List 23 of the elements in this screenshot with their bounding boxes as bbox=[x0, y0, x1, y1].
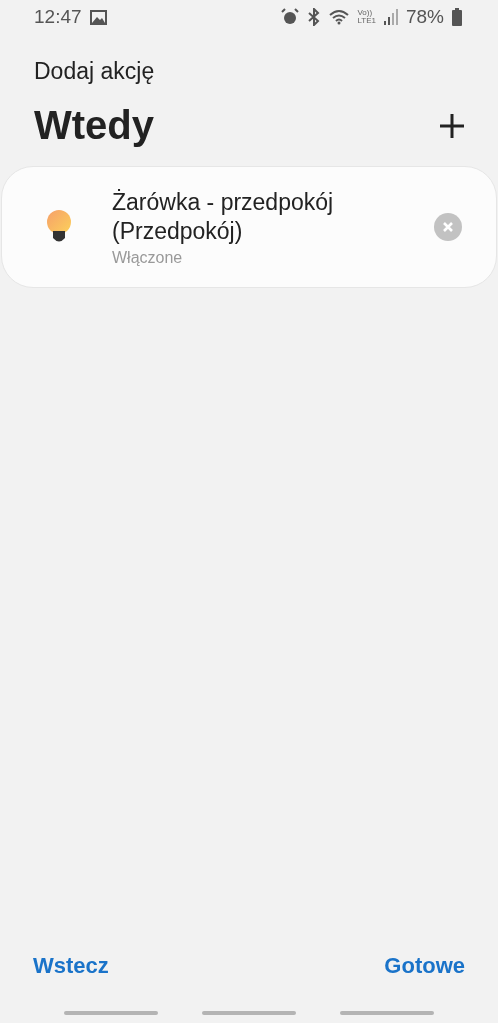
nav-handle[interactable] bbox=[202, 1011, 296, 1015]
battery-percent: 78% bbox=[405, 6, 444, 28]
nav-handle[interactable] bbox=[64, 1011, 158, 1015]
light-bulb-icon bbox=[46, 210, 72, 244]
page-title: Dodaj akcję bbox=[33, 57, 156, 85]
device-name: Żarówka - przedpokój (Przedpokój) bbox=[112, 187, 335, 246]
volte-label: Vo)) bbox=[357, 9, 373, 17]
battery-icon bbox=[452, 8, 462, 26]
alarm-icon bbox=[281, 8, 300, 26]
signal-icon bbox=[383, 9, 398, 25]
close-icon bbox=[442, 221, 454, 233]
section-title: Wtedy bbox=[34, 103, 154, 148]
nav-handle[interactable] bbox=[340, 1011, 434, 1015]
remove-button[interactable] bbox=[434, 213, 462, 241]
image-icon bbox=[89, 9, 107, 25]
network-label: LTE1 bbox=[357, 17, 376, 25]
action-card[interactable]: Żarówka - przedpokój (Przedpokój) Włączone bbox=[1, 166, 497, 288]
back-button[interactable]: Wstecz bbox=[33, 953, 109, 979]
done-button[interactable]: Gotowe bbox=[384, 953, 465, 979]
bluetooth-icon bbox=[307, 8, 322, 26]
wifi-icon bbox=[329, 9, 350, 25]
status-time: 12:47 bbox=[34, 6, 82, 28]
device-state: Włączone bbox=[112, 248, 184, 267]
